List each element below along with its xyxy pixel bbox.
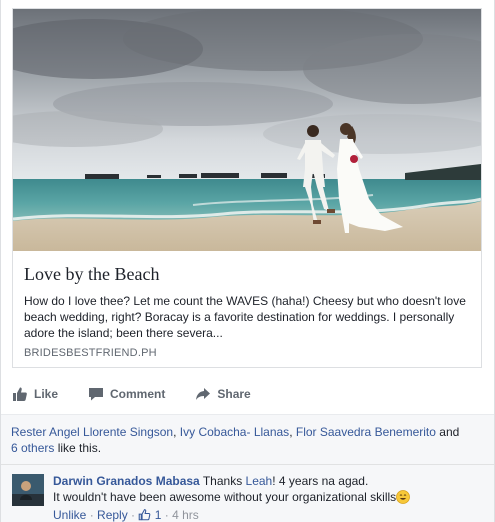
likes-summary: Rester Angel Llorente Singson, Ivy Cobac…: [1, 415, 494, 465]
comment-item: Darwin Granados Mabasa Thanks Leah! 4 ye…: [1, 465, 494, 522]
liker-link-1[interactable]: Rester Angel Llorente Singson: [11, 425, 173, 439]
liker-link-3[interactable]: Flor Saavedra Benemerito: [296, 425, 436, 439]
share-label: Share: [217, 387, 251, 401]
link-domain: BRIDESBESTFRIEND.PH: [24, 347, 157, 359]
comment-label: Comment: [110, 387, 166, 401]
beach-wedding-photo[interactable]: [13, 9, 481, 251]
meta-separator-2: ·: [127, 508, 139, 522]
comment-text-before: Thanks: [199, 474, 246, 488]
link-card-body[interactable]: Love by the Beach How do I love thee? Le…: [13, 251, 481, 369]
speech-bubble-icon: [88, 386, 104, 402]
comment-line-2: It wouldn't have been awesome without yo…: [53, 490, 397, 504]
likes-separator-2: ,: [289, 425, 296, 439]
unlike-link[interactable]: Unlike: [53, 508, 86, 522]
comment-meta: Unlike · Reply · 1 · 4 hrs: [53, 507, 483, 522]
reply-link[interactable]: Reply: [97, 508, 128, 522]
comment-body: Darwin Granados Mabasa Thanks Leah! 4 ye…: [53, 473, 483, 522]
share-arrow-icon: [195, 386, 211, 402]
comment-author[interactable]: Darwin Granados Mabasa: [53, 474, 200, 488]
comment-like-count[interactable]: 1: [138, 508, 161, 522]
likes-others-link[interactable]: 6 others: [11, 441, 54, 455]
meta-separator-3: ·: [161, 508, 173, 522]
facebook-post: Love by the Beach How do I love thee? Le…: [0, 0, 495, 522]
like-label: Like: [34, 387, 59, 401]
like-button[interactable]: Like: [12, 386, 58, 402]
link-title[interactable]: Love by the Beach: [24, 263, 469, 285]
comment-mention[interactable]: Leah: [246, 474, 273, 488]
feedback-section: Rester Angel Llorente Singson, Ivy Cobac…: [1, 414, 494, 522]
comment-time: 4 hrs: [172, 508, 199, 522]
link-preview-card[interactable]: Love by the Beach How do I love thee? Le…: [12, 8, 482, 368]
thumbs-up-icon: [12, 386, 28, 402]
likes-suffix: like this.: [54, 441, 102, 455]
smiling-face-emoji-icon: [396, 490, 411, 504]
post-actions-bar: Like Comment Share: [12, 380, 482, 408]
liker-link-2[interactable]: Ivy Cobacha- Llanas: [180, 425, 289, 439]
share-button[interactable]: Share: [195, 386, 251, 402]
comment-text-after: ! 4 years na agad.: [272, 474, 369, 488]
meta-separator-1: ·: [86, 508, 98, 522]
commenter-avatar[interactable]: [12, 474, 44, 506]
likes-and: and: [435, 425, 460, 439]
thumbs-up-outline-icon: [138, 508, 151, 521]
link-description: How do I love thee? Let me count the WAV…: [24, 294, 466, 340]
likes-separator-1: ,: [173, 425, 180, 439]
comment-button[interactable]: Comment: [88, 386, 165, 402]
